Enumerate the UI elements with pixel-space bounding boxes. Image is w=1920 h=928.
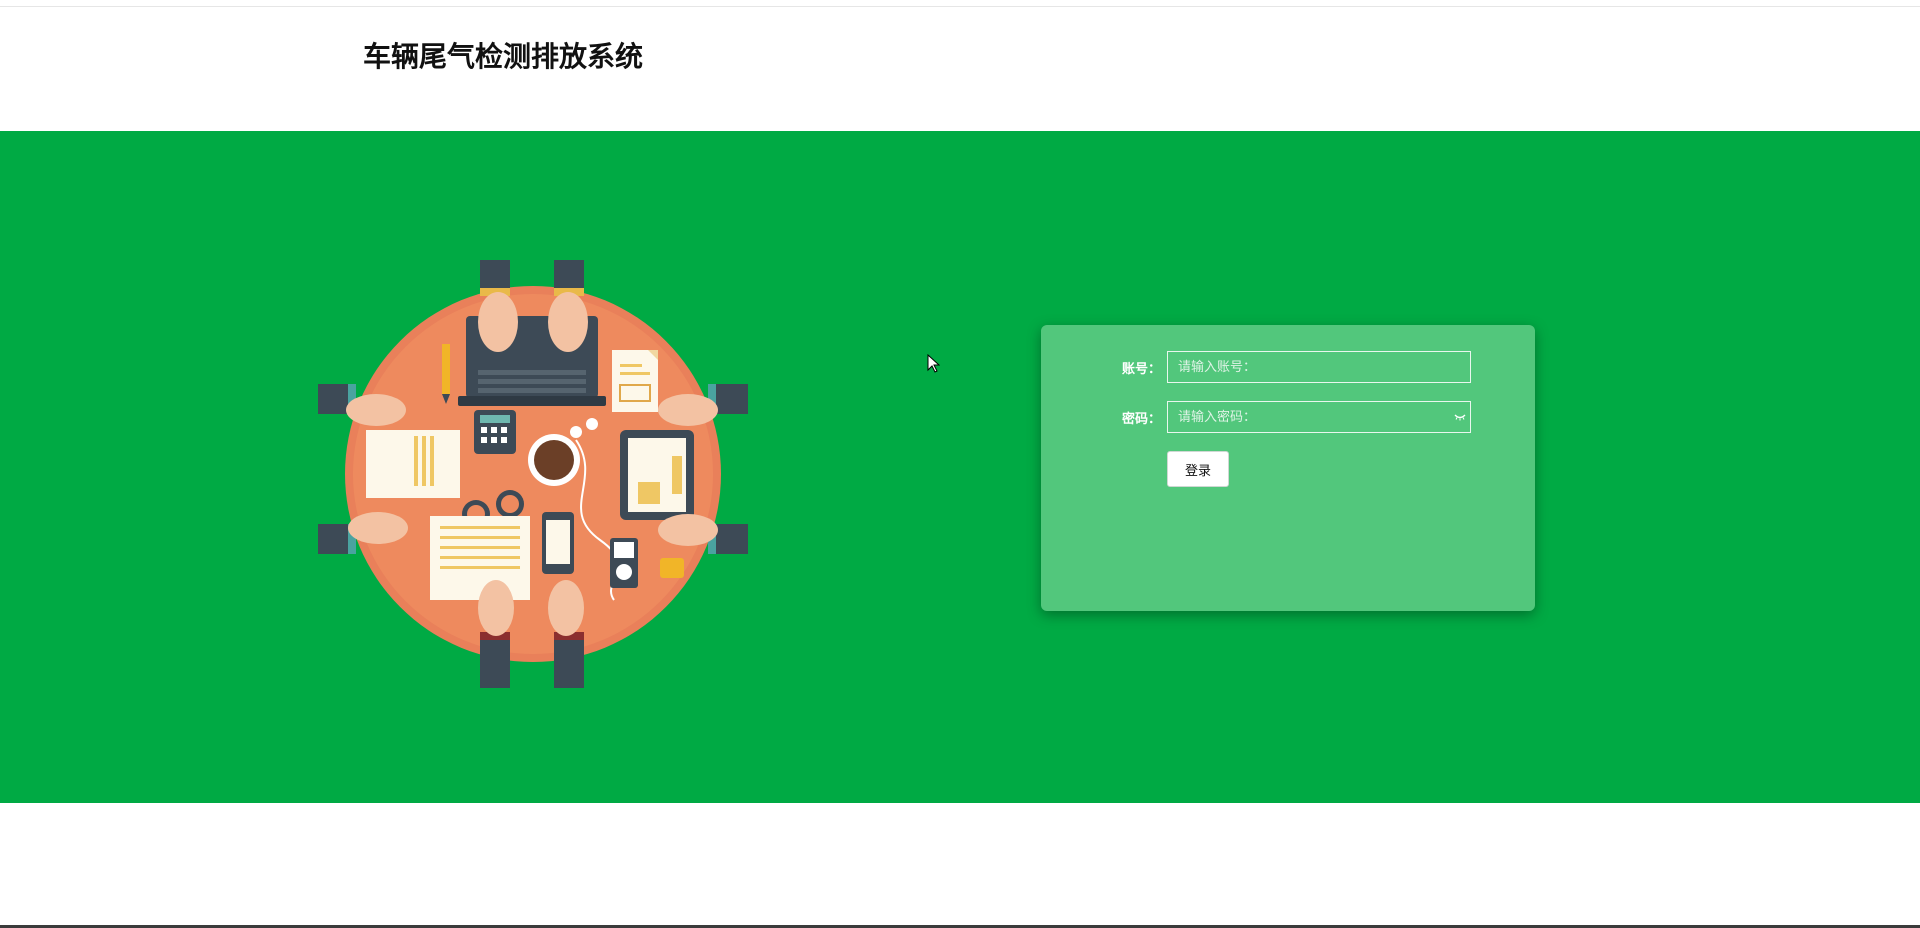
- login-panel: 账号： 密码： 登录: [1041, 325, 1535, 611]
- login-button[interactable]: 登录: [1167, 451, 1229, 487]
- team-meeting-illustration: [318, 260, 748, 688]
- account-input[interactable]: [1167, 351, 1471, 383]
- app-title: 车辆尾气检测排放系统: [363, 40, 644, 73]
- account-row: 账号：: [1041, 351, 1535, 383]
- password-label: 密码：: [1121, 412, 1161, 427]
- password-input[interactable]: [1167, 401, 1471, 433]
- mouse-pointer-icon: [927, 354, 940, 373]
- eye-closed-icon[interactable]: [1454, 412, 1466, 422]
- login-banner: [0, 131, 1920, 803]
- page-header: 车辆尾气检测排放系统: [0, 7, 1920, 131]
- account-label: 账号：: [1121, 362, 1161, 377]
- password-row: 密码：: [1041, 401, 1535, 433]
- page-footer: [0, 803, 1920, 925]
